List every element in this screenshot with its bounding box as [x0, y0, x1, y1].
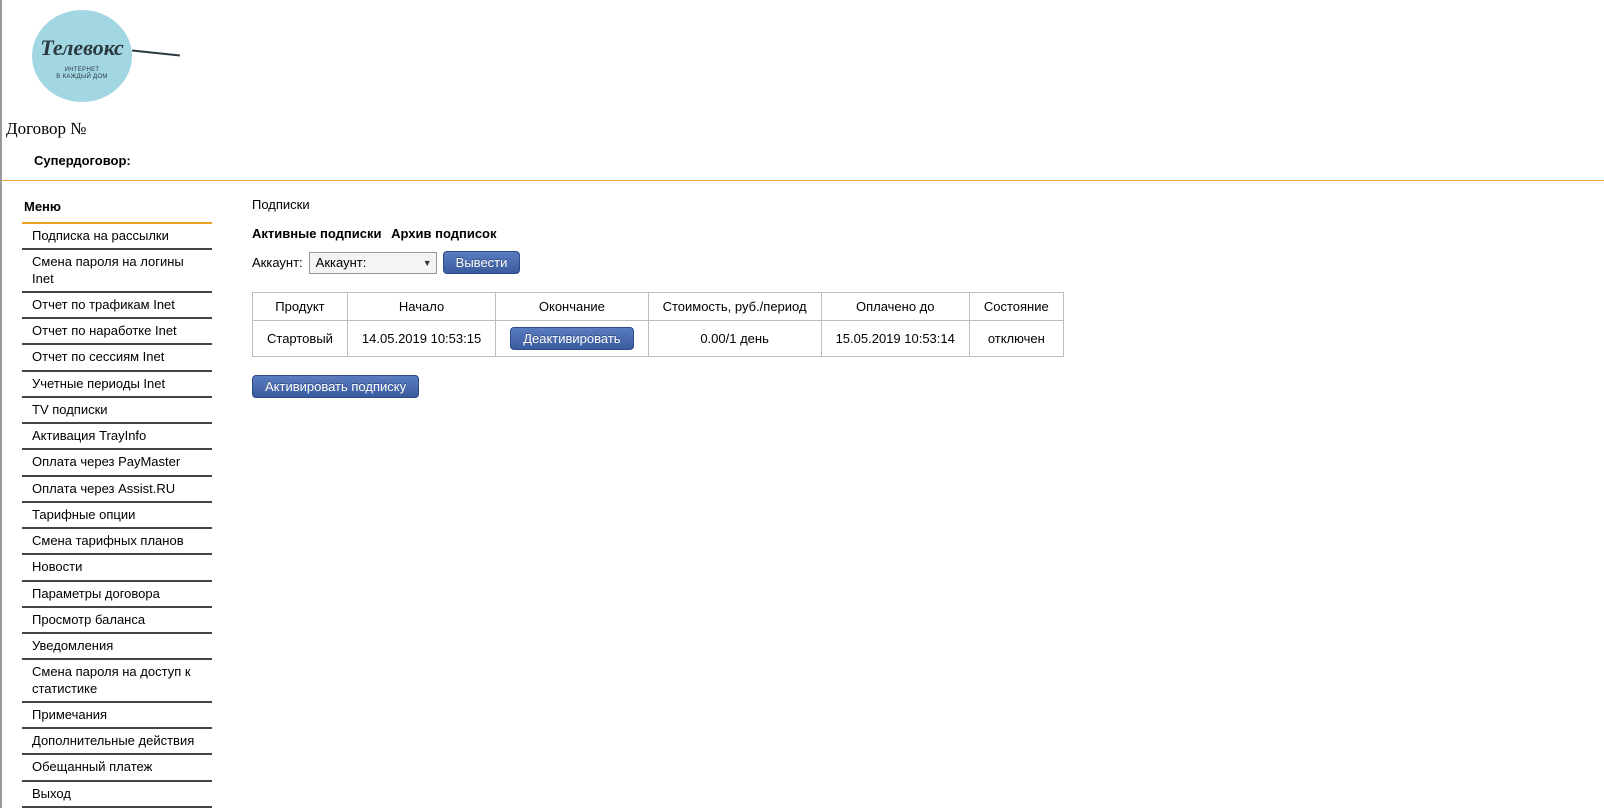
- submit-button[interactable]: Вывести: [443, 251, 521, 274]
- brand-logo: Телевокс ИНТЕРНЕТ В КАЖДЫЙ ДОМ: [32, 10, 132, 102]
- menu-item-news[interactable]: Новости: [22, 555, 212, 581]
- table-header-row: Продукт Начало Окончание Стоимость, руб.…: [253, 293, 1064, 321]
- menu-item-promised-payment[interactable]: Обещанный платеж: [22, 755, 212, 781]
- menu-item-contract-params[interactable]: Параметры договора: [22, 582, 212, 608]
- th-state: Состояние: [969, 293, 1063, 321]
- menu-item-change-pwd-inet[interactable]: Смена пароля на логины Inet: [22, 250, 212, 293]
- activate-subscription-button[interactable]: Активировать подписку: [252, 375, 419, 398]
- brand-tagline: ИНТЕРНЕТ В КАЖДЫЙ ДОМ: [56, 67, 107, 80]
- tabs: Активные подписки Архив подписок: [252, 226, 1604, 241]
- logo-area: Телевокс ИНТЕРНЕТ В КАЖДЫЙ ДОМ: [2, 0, 1604, 107]
- td-end: Деактивировать: [496, 321, 648, 357]
- menu-item-extra-actions[interactable]: Дополнительные действия: [22, 729, 212, 755]
- td-cost: 0.00/1 день: [648, 321, 821, 357]
- brand-tagline-2: В КАЖДЫЙ ДОМ: [56, 74, 107, 81]
- menu-item-balance[interactable]: Просмотр баланса: [22, 608, 212, 634]
- menu-item-subscribe-mail[interactable]: Подписка на рассылки: [22, 224, 212, 250]
- brand-name: Телевокс: [40, 35, 124, 61]
- filter-row: Аккаунт: Аккаунт: ▼ Вывести: [252, 251, 1604, 274]
- menu-item-accounting-periods[interactable]: Учетные периоды Inet: [22, 372, 212, 398]
- menu-item-notifications[interactable]: Уведомления: [22, 634, 212, 660]
- menu-item-tv-subscriptions[interactable]: TV подписки: [22, 398, 212, 424]
- menu-item-work-report[interactable]: Отчет по наработке Inet: [22, 319, 212, 345]
- td-start: 14.05.2019 10:53:15: [347, 321, 495, 357]
- tab-archive-subs[interactable]: Архив подписок: [391, 226, 496, 241]
- menu-item-pay-paymaster[interactable]: Оплата через PayMaster: [22, 450, 212, 476]
- td-product: Стартовый: [253, 321, 348, 357]
- sidebar-menu: Меню Подписка на рассылки Смена пароля н…: [2, 181, 212, 808]
- page-title: Подписки: [252, 197, 1604, 212]
- menu-item-change-pwd-stats[interactable]: Смена пароля на доступ к статистике: [22, 660, 212, 703]
- logo-swoosh: [132, 49, 180, 56]
- content-area: Подписки Активные подписки Архив подписо…: [212, 181, 1604, 398]
- th-cost: Стоимость, руб./период: [648, 293, 821, 321]
- menu-item-sessions-report[interactable]: Отчет по сессиям Inet: [22, 345, 212, 371]
- menu-item-tariff-options[interactable]: Тарифные опции: [22, 503, 212, 529]
- table-row: Стартовый 14.05.2019 10:53:15 Деактивиро…: [253, 321, 1064, 357]
- td-paid-until: 15.05.2019 10:53:14: [821, 321, 969, 357]
- account-select-value: Аккаунт:: [316, 255, 367, 270]
- menu-item-traffic-report[interactable]: Отчет по трафикам Inet: [22, 293, 212, 319]
- brand-tagline-1: ИНТЕРНЕТ: [56, 67, 107, 74]
- contract-label: Договор №: [2, 107, 1604, 147]
- th-paid-until: Оплачено до: [821, 293, 969, 321]
- th-end: Окончание: [496, 293, 648, 321]
- account-select[interactable]: Аккаунт: ▼: [309, 252, 437, 274]
- menu-item-pay-assistru[interactable]: Оплата через Assist.RU: [22, 477, 212, 503]
- menu-item-logout[interactable]: Выход: [22, 782, 212, 808]
- tab-active-subs[interactable]: Активные подписки: [252, 226, 382, 241]
- account-label: Аккаунт:: [252, 255, 303, 270]
- th-product: Продукт: [253, 293, 348, 321]
- super-contract-label: Супердоговор:: [2, 147, 1604, 178]
- subscriptions-table: Продукт Начало Окончание Стоимость, руб.…: [252, 292, 1064, 357]
- chevron-down-icon: ▼: [423, 258, 432, 268]
- menu-item-change-tariff[interactable]: Смена тарифных планов: [22, 529, 212, 555]
- menu-title: Меню: [22, 199, 212, 222]
- menu-item-trayinfo[interactable]: Активация TrayInfo: [22, 424, 212, 450]
- deactivate-button[interactable]: Деактивировать: [510, 327, 633, 350]
- menu-item-notes[interactable]: Примечания: [22, 703, 212, 729]
- td-state: отключен: [969, 321, 1063, 357]
- th-start: Начало: [347, 293, 495, 321]
